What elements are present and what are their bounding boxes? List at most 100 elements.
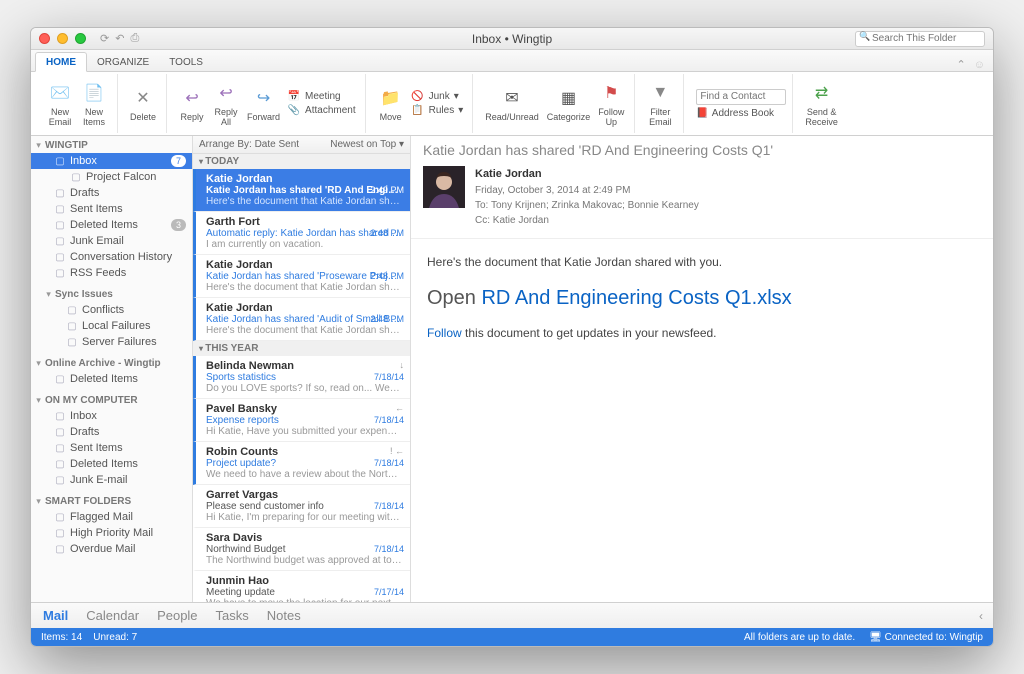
categorize-button[interactable]: ▦Categorize (543, 83, 595, 124)
sidebar-item[interactable]: ▢Sent Items (31, 440, 192, 456)
print-icon[interactable]: ⎙ (130, 32, 139, 45)
minimize-button[interactable] (57, 33, 68, 44)
sidebar-section[interactable]: Sync Issues (31, 287, 192, 302)
sidebar-item[interactable]: ▢Conversation History (31, 249, 192, 265)
message-list-scroll[interactable]: TODAYKatie JordanKatie Jordan has shared… (193, 154, 410, 602)
sidebar-item[interactable]: ▢Local Failures (31, 318, 192, 334)
meeting-button[interactable]: 📅Meeting (284, 90, 359, 103)
new-email-button[interactable]: ✉️New Email (43, 78, 77, 129)
nav-people[interactable]: People (157, 608, 197, 623)
filter-icon: ▼ (647, 80, 673, 106)
sidebar-item[interactable]: ▢Drafts (31, 424, 192, 440)
sort-order-label[interactable]: Newest on Top ▾ (330, 139, 404, 150)
tab-tools[interactable]: TOOLS (159, 53, 213, 71)
reply-all-button[interactable]: ↩Reply All (209, 78, 243, 129)
new-items-button[interactable]: 📄New Items (77, 78, 111, 129)
new-email-icon: ✉️ (47, 80, 73, 106)
folder-search[interactable] (855, 30, 985, 47)
sidebar-item-label: Drafts (70, 426, 99, 438)
message-item[interactable]: Katie JordanKatie Jordan has shared 'Aud… (193, 298, 410, 341)
message-item[interactable]: Robin Counts! ←Project update?7/18/14We … (193, 442, 410, 485)
nav-notes[interactable]: Notes (267, 608, 301, 623)
tab-organize[interactable]: ORGANIZE (87, 53, 159, 71)
nav-mail[interactable]: Mail (43, 608, 68, 623)
sync-icon[interactable]: ⟳ (100, 32, 109, 45)
reply-button[interactable]: ↩Reply (175, 83, 209, 124)
folder-sidebar[interactable]: WINGTIP▢Inbox7▢Project Falcon▢Drafts▢Sen… (31, 136, 193, 602)
sidebar-item-label: High Priority Mail (70, 527, 153, 539)
reply-icon: ↩ (179, 85, 205, 111)
message-item[interactable]: Pavel Bansky←Expense reports7/18/14Hi Ka… (193, 399, 410, 442)
message-item[interactable]: Katie JordanKatie Jordan has shared 'Pro… (193, 255, 410, 298)
tab-home[interactable]: HOME (35, 52, 87, 72)
msglist-section[interactable]: THIS YEAR (193, 341, 410, 356)
sidebar-item[interactable]: ▢Inbox (31, 408, 192, 424)
collapse-ribbon-icon[interactable]: ⌃ (957, 58, 966, 71)
zoom-button[interactable] (75, 33, 86, 44)
rules-button[interactable]: 📋Rules ▾ (408, 104, 467, 117)
sidebar-item-label: Server Failures (82, 336, 157, 348)
new-items-icon: 📄 (81, 80, 107, 106)
message-item[interactable]: Belinda Newman↓Sports statistics7/18/14D… (193, 356, 410, 399)
sidebar-item-label: Flagged Mail (70, 511, 133, 523)
find-contact-input[interactable] (696, 89, 786, 105)
undo-icon[interactable]: ↶ (115, 32, 124, 45)
sidebar-section[interactable]: WINGTIP (31, 138, 192, 153)
document-link[interactable]: RD And Engineering Costs Q1.xlsx (481, 287, 791, 309)
sidebar-item[interactable]: ▢Flagged Mail (31, 509, 192, 525)
arrange-by-label[interactable]: Arrange By: Date Sent (199, 139, 299, 150)
flag-icon: ⚑ (598, 80, 624, 106)
address-book-button[interactable]: 📕Address Book (696, 108, 786, 119)
move-button[interactable]: 📁Move (374, 83, 408, 124)
sidebar-item[interactable]: ▢High Priority Mail (31, 525, 192, 541)
msg-time: 2:48 PM (370, 271, 404, 281)
msg-from: Katie Jordan (206, 302, 402, 314)
read-unread-button[interactable]: ✉Read/Unread (481, 83, 543, 124)
junk-button[interactable]: 🚫Junk ▾ (408, 90, 467, 103)
sidebar-item[interactable]: ▢Deleted Items (31, 456, 192, 472)
msg-preview: I am currently on vacation. (206, 239, 402, 250)
sidebar-item[interactable]: ▢Overdue Mail (31, 541, 192, 557)
sidebar-item-label: Conflicts (82, 304, 124, 316)
sidebar-section[interactable]: SMART FOLDERS (31, 494, 192, 509)
message-item[interactable]: Garret VargasPlease send customer info7/… (193, 485, 410, 528)
rules-icon: 📋 (411, 105, 425, 116)
sidebar-section[interactable]: ON MY COMPUTER (31, 393, 192, 408)
sidebar-item[interactable]: ▢RSS Feeds (31, 265, 192, 281)
message-item[interactable]: Katie JordanKatie Jordan has shared 'RD … (193, 169, 410, 212)
follow-link[interactable]: Follow (427, 326, 462, 340)
nav-calendar[interactable]: Calendar (86, 608, 139, 623)
folder-icon: ▢ (53, 544, 67, 555)
sidebar-item[interactable]: ▢Junk E-mail (31, 472, 192, 488)
sidebar-item[interactable]: ▢Server Failures (31, 334, 192, 350)
message-list-header[interactable]: Arrange By: Date Sent Newest on Top ▾ (193, 136, 410, 154)
sidebar-item[interactable]: ▢Junk Email (31, 233, 192, 249)
folder-icon: ▢ (53, 528, 67, 539)
sidebar-item[interactable]: ▢Project Falcon (31, 169, 192, 185)
send-receive-button[interactable]: ⇄Send & Receive (801, 78, 842, 129)
attachment-button[interactable]: 📎Attachment (284, 104, 359, 117)
nav-tasks[interactable]: Tasks (216, 608, 249, 623)
sidebar-item[interactable]: ▢Conflicts (31, 302, 192, 318)
follow-up-button[interactable]: ⚑Follow Up (594, 78, 628, 129)
close-button[interactable] (39, 33, 50, 44)
sidebar-item[interactable]: ▢Deleted Items3 (31, 217, 192, 233)
msglist-section[interactable]: TODAY (193, 154, 410, 169)
forward-button[interactable]: ↪Forward (243, 83, 284, 124)
search-input[interactable] (855, 31, 985, 47)
nav-more[interactable]: ‹ (979, 609, 983, 623)
open-document-line: Open RD And Engineering Costs Q1.xlsx (427, 282, 977, 314)
delete-button[interactable]: ✕Delete (126, 83, 160, 124)
message-item[interactable]: Garth FortAutomatic reply: Katie Jordan … (193, 212, 410, 255)
sidebar-item[interactable]: ▢Sent Items (31, 201, 192, 217)
sidebar-item[interactable]: ▢Drafts (31, 185, 192, 201)
help-icon[interactable]: ☺ (974, 59, 985, 71)
status-bar: Items: 14 Unread: 7 All folders are up t… (31, 628, 993, 646)
message-item[interactable]: Junmin HaoMeeting update7/17/14We have t… (193, 571, 410, 602)
sidebar-item[interactable]: ▢Deleted Items (31, 371, 192, 387)
sender-name: Katie Jordan (475, 166, 699, 183)
sidebar-section[interactable]: Online Archive - Wingtip (31, 356, 192, 371)
message-item[interactable]: Sara DavisNorthwind Budget7/18/14The Nor… (193, 528, 410, 571)
filter-email-button[interactable]: ▼Filter Email (643, 78, 677, 129)
sidebar-item[interactable]: ▢Inbox7 (31, 153, 192, 169)
